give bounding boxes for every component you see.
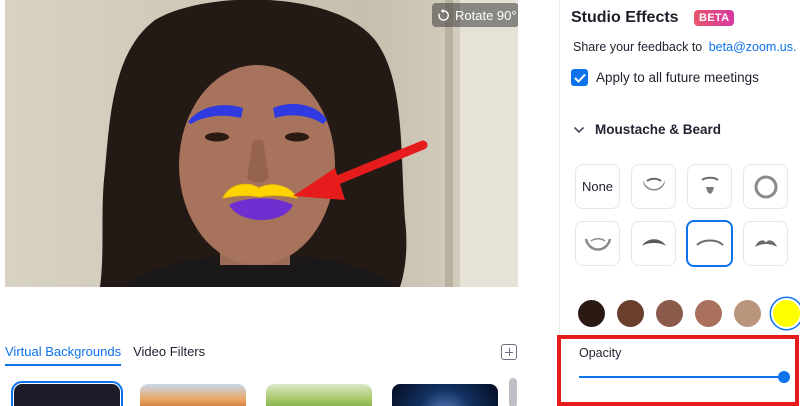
thumbnail-scrollbar[interactable]	[509, 378, 517, 406]
background-thumbnail[interactable]	[140, 384, 246, 406]
background-thumbnail[interactable]	[266, 384, 372, 406]
full-beard-style-option[interactable]	[743, 164, 788, 209]
section-toggle-moustache-beard[interactable]: Moustache & Beard	[573, 122, 721, 137]
bushy-moustache-icon	[754, 239, 777, 247]
panel-title: Studio Effects	[571, 9, 679, 26]
none-label: None	[581, 179, 614, 194]
style-none-button[interactable]: None	[575, 164, 620, 209]
opacity-slider-handle[interactable]	[778, 371, 790, 383]
apply-all-label[interactable]: Apply to all future meetings	[596, 70, 759, 85]
color-swatch-selected[interactable]	[773, 300, 800, 327]
background-thumbnail[interactable]	[11, 381, 123, 406]
opacity-label: Opacity	[579, 346, 622, 360]
tab-video-filters[interactable]: Video Filters	[133, 340, 205, 366]
feedback-label: Share your feedback to	[573, 40, 703, 54]
preview-image	[100, 0, 518, 287]
rotate-icon	[438, 8, 449, 21]
handlebar-moustache-icon	[641, 238, 666, 246]
beard-style-option[interactable]	[631, 164, 676, 209]
color-swatch[interactable]	[617, 300, 644, 327]
thin-moustache-icon	[695, 239, 724, 246]
color-swatch[interactable]	[695, 300, 722, 327]
full-beard-icon	[754, 175, 777, 198]
thin-moustache-style-option[interactable]	[686, 220, 733, 267]
tab-virtual-backgrounds[interactable]: Virtual Backgrounds	[5, 340, 122, 366]
feedback-email-link[interactable]: beta@zoom.us.	[709, 40, 797, 54]
beta-badge: BETA	[694, 10, 735, 26]
goatee-icon	[700, 176, 719, 194]
camera-preview: Rotate 90°	[5, 0, 518, 287]
chin-strap-icon	[584, 237, 611, 251]
bushy-moustache-style-option[interactable]	[743, 221, 788, 266]
chevron-down-icon	[573, 126, 585, 133]
opacity-slider[interactable]	[579, 376, 784, 378]
color-swatch[interactable]	[734, 300, 761, 327]
color-swatch[interactable]	[656, 300, 683, 327]
background-tabs: Virtual Backgrounds Video Filters	[5, 340, 205, 366]
chin-strap-style-option[interactable]	[575, 221, 620, 266]
rotate-button[interactable]: Rotate 90°	[432, 3, 518, 27]
goatee-style-option[interactable]	[687, 164, 732, 209]
background-thumbnail[interactable]	[392, 384, 498, 406]
section-title: Moustache & Beard	[595, 122, 722, 137]
handlebar-style-option[interactable]	[631, 221, 676, 266]
add-icon[interactable]	[501, 344, 517, 360]
color-swatch[interactable]	[578, 300, 605, 327]
feedback-text: Share your feedback to beta@zoom.us.	[573, 40, 796, 54]
checkmark-icon	[573, 73, 586, 83]
beard-icon	[642, 177, 665, 190]
rotate-label: Rotate 90°	[455, 7, 517, 23]
apply-all-checkbox[interactable]	[571, 69, 588, 86]
